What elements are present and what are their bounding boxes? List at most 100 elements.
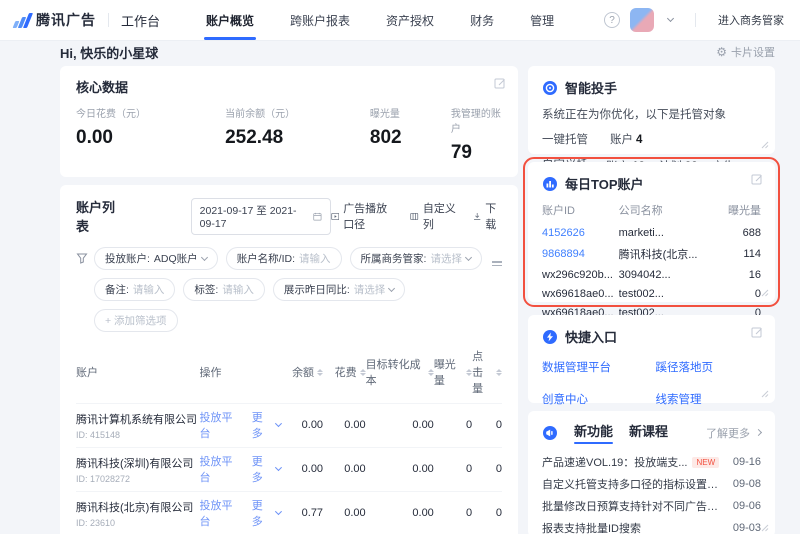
filter-bar: 投放账户: ADQ账户 账户名称/ID: 请输入 所属商务管家: 请选择 备注:… <box>76 247 502 332</box>
table-row: 腾讯科技(北京)有限公司 ID: 23610 投放平台 更多 0.77 0.00… <box>76 491 502 534</box>
account-name: 腾讯计算机系统有限公司 <box>76 413 197 426</box>
quick-link[interactable]: 创意中心 <box>542 391 648 407</box>
enter-business-manager-link[interactable]: 进入商务管家 <box>718 12 784 28</box>
news-item[interactable]: 报表支持批量ID搜索 09-03 <box>542 517 761 534</box>
top-account-id[interactable]: 9868894 <box>542 248 619 260</box>
sort-icon[interactable] <box>495 368 502 376</box>
target-icon <box>543 80 557 95</box>
nav-tab[interactable]: 财务 <box>470 0 494 40</box>
one-key-label: 一键托管 <box>542 134 588 146</box>
filter-pill[interactable]: 投放账户: ADQ账户 <box>94 247 218 270</box>
edit-icon[interactable] <box>494 76 506 94</box>
column-header[interactable]: 操作 <box>200 348 281 396</box>
column-label: 花费 <box>334 367 357 379</box>
stat-label: 曝光量 <box>369 109 400 120</box>
more-dropdown[interactable]: 更多 <box>252 453 282 485</box>
nav-tab[interactable]: 账户概览 <box>204 0 257 40</box>
stat-value: 802 <box>369 127 402 148</box>
filter-pill[interactable]: 账户名称/ID: 请输入 <box>225 247 342 270</box>
column-header[interactable]: 账户 <box>76 348 200 396</box>
account-table: 账户 操作 余额 花费 目标转化成本 曝光量 点击量 腾讯计算机系统有限公司 I… <box>76 344 502 534</box>
help-icon[interactable]: ? <box>604 12 620 28</box>
news-item[interactable]: 批量修改日预算支持针对不同广告指... 09-06 <box>542 495 761 517</box>
resize-handle[interactable] <box>761 289 769 297</box>
impressions-cell: 0 <box>466 463 473 475</box>
learn-more-link[interactable]: 了解更多 <box>706 425 763 441</box>
news-card: 新功能 新课程 了解更多 产品速递VOL.19：投放端支... NEW 09-16 <box>528 411 775 534</box>
stat-value: 79 <box>450 142 472 163</box>
top-navbar: 腾讯广告 工作台 账户概览 跨账户报表 资产授权 财务 管理 ? 进入商务管家 <box>0 0 800 40</box>
filter-label: 标签: <box>194 284 219 296</box>
news-tab[interactable]: 新课程 <box>629 421 668 444</box>
column-header[interactable]: 余额 <box>280 348 324 396</box>
filter-funnel-icon <box>76 253 88 264</box>
col-impressions: 曝光量 <box>727 205 761 217</box>
resize-handle[interactable] <box>761 524 769 532</box>
date-range-picker[interactable]: 2021-09-17 至 2021-09-17 <box>190 197 331 235</box>
card-settings-button[interactable]: ⚙ 卡片设置 <box>716 44 775 60</box>
news-item[interactable]: 产品速递VOL.19：投放端支... NEW 09-16 <box>542 451 761 473</box>
filter-label: 备注: <box>105 284 129 296</box>
account-id: ID: 23610 <box>76 517 116 528</box>
column-header[interactable]: 目标转化成本 <box>366 348 434 396</box>
table-row: 腾讯计算机系统有限公司 ID: 415148 投放平台 更多 0.00 0.00… <box>76 403 502 447</box>
filter-pill[interactable]: 展示昨日同比: 请选择 <box>272 278 406 301</box>
nav-tab[interactable]: 资产授权 <box>386 0 434 40</box>
edit-icon[interactable] <box>751 325 763 343</box>
top-account-id[interactable]: wx296c920b... <box>542 269 619 281</box>
news-item-text: 产品速递VOL.19：投放端支... <box>542 457 688 469</box>
news-tab[interactable]: 新功能 <box>574 421 614 444</box>
column-header[interactable]: 点击量 <box>472 348 502 396</box>
stat-item: 今日花费（元） 0.00 <box>76 105 225 164</box>
play-square-icon <box>330 212 339 220</box>
platform-link[interactable]: 投放平台 <box>200 453 242 485</box>
quick-link[interactable]: 蹊径落地页 <box>656 359 762 375</box>
avatar[interactable] <box>630 8 654 32</box>
column-label: 操作 <box>199 367 222 379</box>
quick-entry-title: 快捷入口 <box>565 330 618 345</box>
nav-tabs: 账户概览 跨账户报表 资产授权 财务 管理 <box>204 0 554 40</box>
top-account-id[interactable]: wx69618ae0... <box>542 288 619 300</box>
edit-icon[interactable] <box>751 172 763 190</box>
nav-tab[interactable]: 跨账户报表 <box>290 0 350 40</box>
column-header[interactable]: 花费 <box>323 348 366 396</box>
column-header[interactable]: 曝光量 <box>434 348 473 396</box>
filter-pill[interactable]: 标签: 请输入 <box>183 278 265 301</box>
platform-link[interactable]: 投放平台 <box>200 497 242 529</box>
ad-play-caliber-button[interactable]: 广告播放口径 <box>330 200 395 232</box>
quick-link[interactable]: 线索管理 <box>656 391 762 407</box>
filter-pill[interactable]: 备注: 请输入 <box>94 278 176 301</box>
top-account-impressions: 16 <box>748 268 761 281</box>
one-key-stats: 账户 4 <box>610 131 656 147</box>
resize-handle[interactable] <box>761 390 769 398</box>
stat-value: 0.00 <box>76 127 113 148</box>
nav-tab[interactable]: 管理 <box>530 0 554 40</box>
clicks-cell: 0 <box>495 419 502 431</box>
col-company: 公司名称 <box>618 205 663 217</box>
logo-text[interactable]: 腾讯广告 <box>36 10 96 30</box>
platform-link[interactable]: 投放平台 <box>200 409 242 441</box>
news-item-text: 报表支持批量ID搜索 <box>542 523 641 534</box>
filter-value: 请选择 <box>353 284 386 296</box>
quick-link[interactable]: 数据管理平台 <box>542 359 648 375</box>
column-label: 点击量 <box>472 351 484 395</box>
stat-item: 我管理的账户 79 <box>451 105 502 164</box>
news-item[interactable]: 自定义托管支持多口径的指标设置以... 09-08 <box>542 473 761 495</box>
chevron-down-icon[interactable] <box>666 14 675 22</box>
resize-handle[interactable] <box>761 141 769 149</box>
custom-columns-button[interactable]: 自定义列 <box>410 200 456 232</box>
news-item-date: 09-03 <box>732 522 761 534</box>
filter-label: 账户名称/ID: <box>236 253 296 265</box>
download-button[interactable]: 下载 <box>473 200 502 232</box>
tencent-ads-logo-icon[interactable] <box>12 12 34 28</box>
more-dropdown[interactable]: 更多 <box>252 497 282 529</box>
add-filter-button[interactable]: + 添加筛选项 <box>94 309 178 332</box>
more-filters-icon[interactable] <box>492 261 502 266</box>
more-dropdown[interactable]: 更多 <box>252 409 282 441</box>
top-account-id[interactable]: 4152626 <box>542 227 619 239</box>
column-label: 余额 <box>292 367 315 379</box>
workspace-link[interactable]: 工作台 <box>121 11 160 30</box>
filter-pill[interactable]: 所属商务管家: 请选择 <box>349 247 482 270</box>
filter-value: ADQ账户 <box>153 253 198 265</box>
filter-pills: 投放账户: ADQ账户 账户名称/ID: 请输入 所属商务管家: 请选择 备注:… <box>94 247 482 332</box>
